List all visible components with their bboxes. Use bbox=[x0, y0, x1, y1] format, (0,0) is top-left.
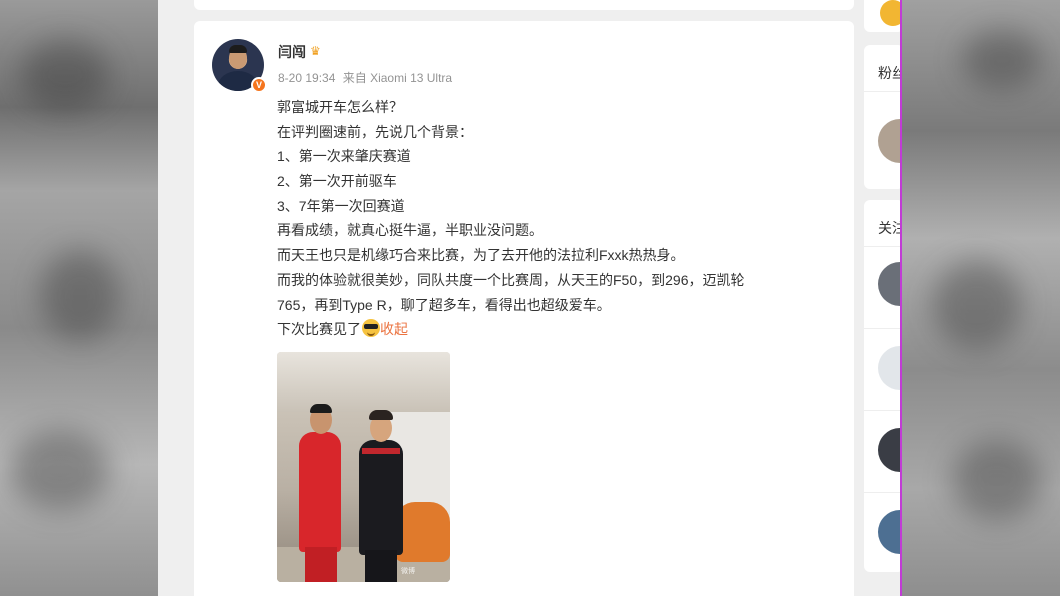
post-timestamp[interactable]: 8-20 19:34 bbox=[278, 71, 335, 85]
blurred-right-margin bbox=[902, 0, 1060, 596]
blurred-left-margin bbox=[0, 0, 158, 596]
verified-badge-icon: V bbox=[251, 77, 267, 93]
post-text-line: 765，再到Type R，聊了超多车，看得出也超级爱车。 bbox=[277, 296, 611, 313]
fan-avatar[interactable] bbox=[878, 119, 902, 163]
crown-icon: ♛ bbox=[310, 44, 321, 58]
post-meta: 8-20 19:34 来自 Xiaomi 13 Ultra bbox=[278, 69, 456, 86]
sidebar-card-top bbox=[864, 0, 902, 32]
weibo-screen: V 闫闯 ♛ 8-20 19:34 来自 Xiaomi 13 Ultra 郭富城… bbox=[158, 0, 902, 596]
post-source: 来自 Xiaomi 13 Ultra bbox=[342, 71, 453, 85]
sidebar-follow-title[interactable]: 关注 bbox=[878, 218, 902, 238]
follow-avatar[interactable] bbox=[878, 346, 902, 390]
follow-avatar[interactable] bbox=[878, 262, 902, 306]
post-text-line: 下次比赛见了 bbox=[277, 321, 361, 338]
image-watermark: 微博 bbox=[401, 568, 415, 575]
post-image[interactable]: 微博 bbox=[277, 352, 450, 582]
post-text-line: 3、7年第一次回赛道 bbox=[277, 197, 405, 214]
post-text-line: 而天王也只是机缘巧合来比赛，为了去开他的法拉利Fxxk热热身。 bbox=[277, 247, 685, 264]
post-card: V 闫闯 ♛ 8-20 19:34 来自 Xiaomi 13 Ultra 郭富城… bbox=[194, 21, 854, 596]
username[interactable]: 闫闯 bbox=[278, 42, 306, 62]
sidebar-follow-card: 关注 bbox=[864, 200, 902, 572]
post-text-line: 而我的体验就很美妙，同队共度一个比赛周，从天王的F50，到296，迈凯轮 bbox=[277, 271, 745, 288]
badge-icon bbox=[880, 0, 902, 26]
frame-edge-line bbox=[900, 0, 902, 596]
post-text: 郭富城开车怎么样？ 在评判圈速前，先说几个背景： 1、第一次来肇庆赛道 2、第一… bbox=[277, 95, 817, 342]
sidebar-fans-card: 粉丝 bbox=[864, 45, 902, 189]
post-text-line: 1、第一次来肇庆赛道 bbox=[277, 148, 411, 165]
follow-avatar[interactable] bbox=[878, 510, 902, 554]
post-text-line: 再看成绩，就真心挺牛逼，半职业没问题。 bbox=[277, 222, 543, 239]
previous-post-card bbox=[194, 0, 854, 10]
post-text-last-line: 下次比赛见了 收起 bbox=[277, 317, 817, 342]
sidebar-fans-title[interactable]: 粉丝 bbox=[878, 63, 902, 83]
collapse-link[interactable]: 收起 bbox=[380, 321, 408, 337]
follow-avatar[interactable] bbox=[878, 428, 902, 472]
post-text-line: 2、第一次开前驱车 bbox=[277, 173, 397, 190]
sunglasses-emoji-icon bbox=[362, 319, 380, 338]
post-text-line: 郭富城开车怎么样？ bbox=[277, 99, 403, 115]
post-text-line: 在评判圈速前，先说几个背景： bbox=[277, 123, 473, 140]
